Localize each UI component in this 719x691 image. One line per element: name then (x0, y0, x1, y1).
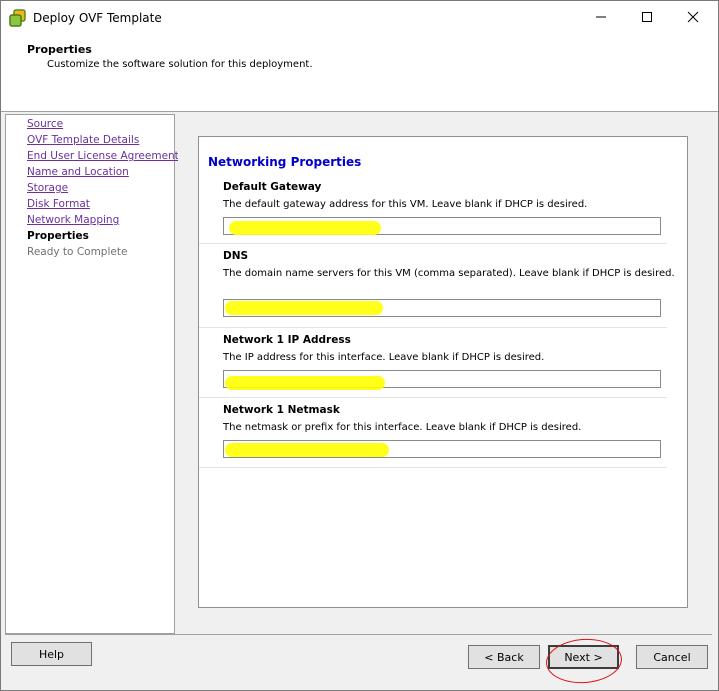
step-network-mapping[interactable]: Network Mapping (27, 214, 119, 226)
maximize-icon (642, 12, 652, 22)
back-button[interactable]: < Back (468, 645, 540, 669)
step-eula[interactable]: End User License Agreement (27, 150, 179, 162)
close-icon (687, 11, 699, 23)
close-button[interactable] (670, 1, 716, 33)
property-network-1-netmask: Network 1 Netmask The netmask or prefix … (199, 398, 667, 468)
dns-input[interactable] (223, 299, 661, 317)
property-network-1-ip-address: Network 1 IP Address The IP address for … (199, 328, 667, 398)
default-gateway-input[interactable] (223, 217, 661, 235)
property-description: The default gateway address for this VM.… (223, 199, 588, 210)
minimize-icon (596, 16, 606, 18)
section-title: Networking Properties (208, 155, 362, 169)
network-1-netmask-input[interactable] (223, 440, 661, 458)
maximize-button[interactable] (624, 1, 670, 33)
property-label: Default Gateway (223, 181, 322, 193)
step-disk-format[interactable]: Disk Format (27, 198, 90, 210)
property-label: Network 1 IP Address (223, 334, 351, 346)
network-1-ip-address-input[interactable] (223, 370, 661, 388)
property-description: The netmask or prefix for this interface… (223, 422, 582, 433)
page-title: Properties (27, 43, 92, 56)
wizard-steps-panel: Source OVF Template Details End User Lic… (5, 114, 179, 634)
property-description: The IP address for this interface. Leave… (223, 352, 545, 363)
window-title: Deploy OVF Template (33, 11, 162, 25)
property-dns: DNS The domain name servers for this VM … (199, 244, 675, 328)
step-ovf-template-details[interactable]: OVF Template Details (27, 134, 139, 146)
deploy-ovf-window: Deploy OVF Template Properties Customize… (0, 0, 719, 691)
step-storage[interactable]: Storage (27, 182, 68, 194)
footer-divider (5, 634, 712, 635)
page-subtitle: Customize the software solution for this… (47, 59, 313, 70)
property-default-gateway: Default Gateway The default gateway addr… (199, 177, 667, 244)
vsphere-icon (9, 9, 27, 27)
minimize-button[interactable] (578, 1, 624, 33)
step-properties: Properties (27, 230, 89, 242)
property-label: DNS (223, 250, 249, 262)
next-button[interactable]: Next > (548, 645, 619, 669)
step-ready-to-complete: Ready to Complete (27, 246, 128, 258)
property-label: Network 1 Netmask (223, 404, 340, 416)
wizard-header: Properties Customize the software soluti… (1, 35, 718, 112)
step-source[interactable]: Source (27, 118, 63, 130)
property-description: The domain name servers for this VM (com… (223, 268, 675, 279)
properties-scroll-area[interactable]: Networking Properties Default Gateway Th… (198, 136, 688, 608)
cancel-button[interactable]: Cancel (636, 645, 708, 669)
title-bar: Deploy OVF Template (1, 1, 718, 35)
help-button[interactable]: Help (11, 642, 92, 666)
step-name-and-location[interactable]: Name and Location (27, 166, 129, 178)
